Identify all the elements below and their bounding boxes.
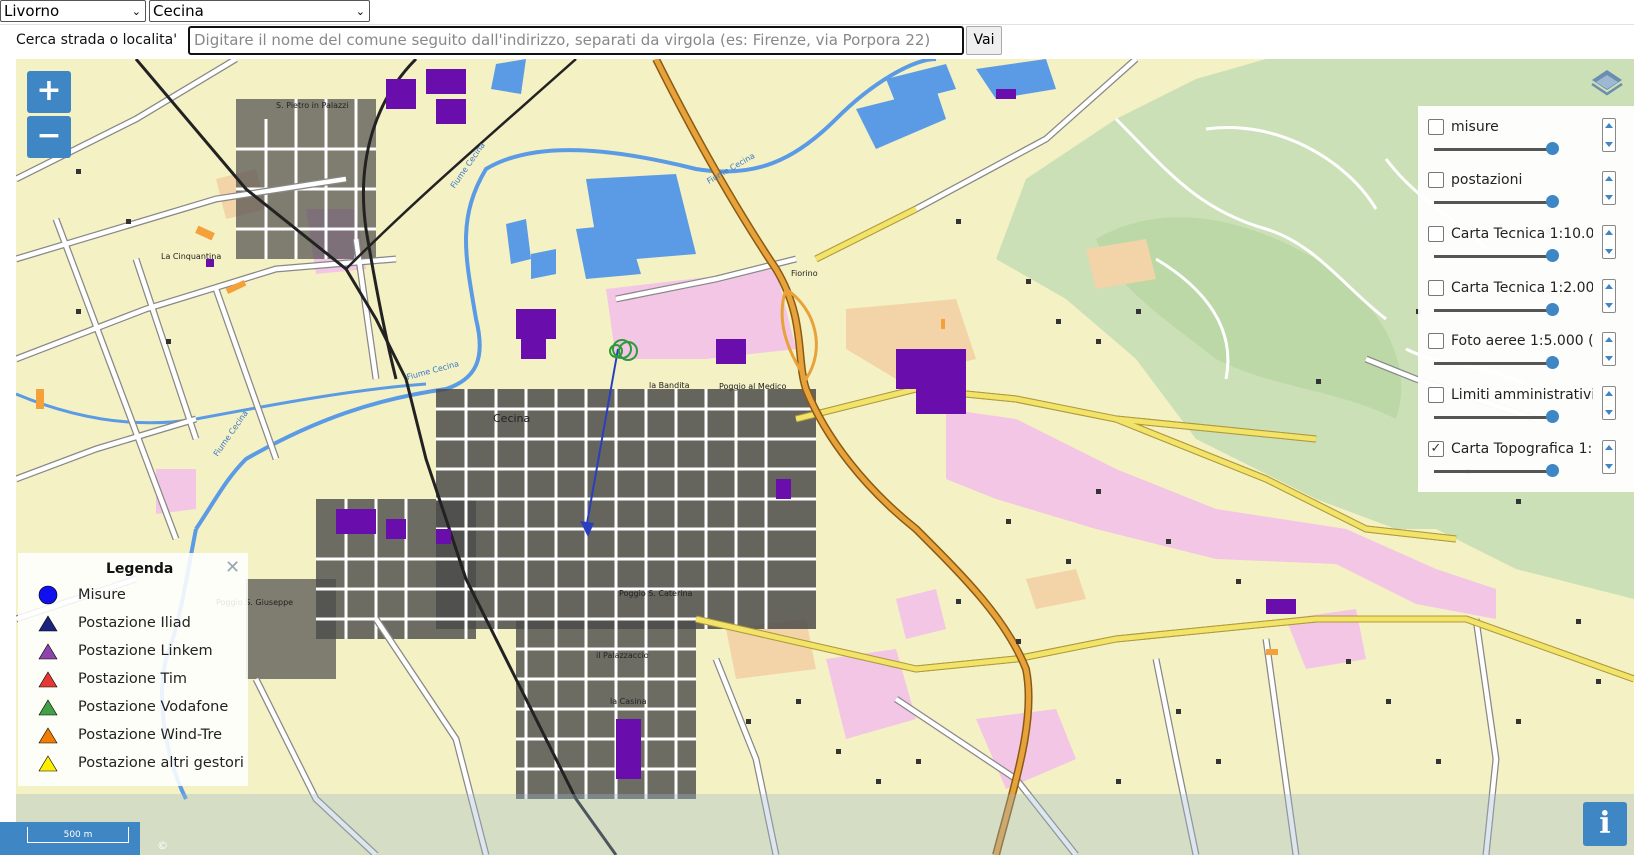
layer-name: misure [1451, 119, 1499, 135]
layer-checkbox[interactable] [1428, 333, 1444, 349]
legend-item-label: Postazione Wind-Tre [78, 727, 223, 743]
triangle-icon [38, 755, 58, 772]
layer-checkbox[interactable] [1428, 226, 1444, 242]
layer-panel: misure postazioni Carta Tecnica 1:10.0..… [1418, 106, 1634, 492]
triangle-icon [38, 615, 58, 632]
info-button[interactable]: i [1583, 802, 1627, 846]
province-select[interactable]: Livorno ⌄ [0, 0, 146, 22]
legend-item-label: Postazione Vodafone [78, 699, 229, 715]
place-label-fiorino: Fiorino [791, 269, 818, 278]
place-label-bandita: la Bandita [649, 381, 690, 390]
chevron-down-icon: ⌄ [355, 5, 365, 18]
legend-item: Postazione altri gestori [18, 752, 248, 776]
layer-row: Foto aeree 1:5.000 (... [1418, 320, 1634, 372]
layer-name: postazioni [1451, 172, 1523, 188]
legend-panel: Legenda ✕ Misure Postazione Iliad Postaz… [18, 553, 248, 786]
address-search-input[interactable]: Digitare il nome del comune seguito dall… [188, 26, 964, 55]
place-label-san-pietro: S. Pietro in Palazzi [276, 101, 349, 110]
opacity-slider-knob[interactable] [1546, 249, 1559, 262]
opacity-slider[interactable] [1434, 362, 1552, 365]
layers-icon[interactable] [1588, 64, 1626, 102]
layer-name: Foto aeree 1:5.000 (... [1451, 333, 1593, 349]
layer-row: Carta Tecnica 1:10.0... [1418, 213, 1634, 265]
legend-item: Misure [18, 584, 248, 608]
legend-item-label: Postazione Tim [78, 671, 188, 687]
layer-order-arrows[interactable] [1602, 225, 1616, 259]
province-select-value: Livorno [4, 2, 60, 20]
layer-order-arrows[interactable] [1602, 171, 1616, 205]
triangle-icon [38, 699, 58, 716]
opacity-slider-knob[interactable] [1546, 142, 1559, 155]
search-go-button[interactable]: Vai [966, 26, 1002, 55]
layer-checkbox[interactable] [1428, 172, 1444, 188]
opacity-slider[interactable] [1434, 416, 1552, 419]
layer-order-arrows[interactable] [1602, 440, 1616, 474]
opacity-slider-knob[interactable] [1546, 303, 1559, 316]
map-tiles [16, 59, 1634, 855]
triangle-icon [38, 671, 58, 688]
legend-item-label: Postazione Iliad [78, 615, 191, 631]
place-label-casina: la Casina [610, 697, 647, 706]
scale-label: 500 m [27, 827, 129, 843]
legend-title: Legenda [106, 561, 174, 577]
layer-order-arrows[interactable] [1602, 386, 1616, 420]
map-attribution: © [157, 839, 168, 852]
opacity-slider-knob[interactable] [1546, 356, 1559, 369]
layer-row: postazioni [1418, 159, 1634, 211]
scale-bar: 500 m [0, 822, 140, 855]
legend-item-label: Postazione altri gestori [78, 755, 244, 771]
legend-item: Postazione Iliad [18, 612, 248, 636]
place-label-cinquantina: La Cinquantina [161, 252, 222, 261]
layer-checkbox[interactable] [1428, 119, 1444, 135]
layer-name: Limiti amministrativi [1451, 387, 1593, 403]
search-bar: Cerca strada o localita' Digitare il nom… [0, 24, 1634, 57]
municipality-select-value: Cecina [153, 2, 204, 20]
layer-row: Carta Tecnica 1:2.000 [1418, 267, 1634, 319]
layer-checkbox[interactable] [1428, 387, 1444, 403]
zoom-in-button[interactable]: + [27, 71, 71, 113]
opacity-slider-knob[interactable] [1546, 410, 1559, 423]
opacity-slider-knob[interactable] [1546, 464, 1559, 477]
legend-item: Postazione Tim [18, 668, 248, 692]
layer-order-arrows[interactable] [1602, 279, 1616, 313]
opacity-slider[interactable] [1434, 148, 1552, 151]
map-canvas[interactable]: S. Pietro in Palazzi La Cinquantina Ceci… [16, 59, 1634, 855]
opacity-slider[interactable] [1434, 309, 1552, 312]
top-bar: Livorno ⌄ Cecina ⌄ [0, 0, 1634, 22]
legend-item: Postazione Wind-Tre [18, 724, 248, 748]
triangle-icon [38, 727, 58, 744]
search-label: Cerca strada o localita' [16, 32, 178, 48]
layer-checkbox-checked[interactable]: ✓ [1428, 441, 1444, 457]
layer-name: Carta Tecnica 1:2.000 [1451, 280, 1593, 296]
place-label-cecina: Cecina [493, 412, 531, 425]
layer-row: misure [1418, 106, 1634, 158]
place-label-palazzaccio: il Palazzaccio [596, 651, 649, 660]
chevron-down-icon: ⌄ [131, 5, 141, 18]
layer-checkbox[interactable] [1428, 280, 1444, 296]
zoom-out-button[interactable]: − [27, 116, 71, 158]
close-icon[interactable]: ✕ [225, 557, 240, 578]
place-label-poggio-medico: Poggio al Medico [719, 382, 787, 391]
layer-order-arrows[interactable] [1602, 118, 1616, 152]
place-label-santa-caterina: Poggio S. Caterina [619, 589, 693, 598]
layer-row: Limiti amministrativi [1418, 374, 1634, 426]
legend-item: Postazione Linkem [18, 640, 248, 664]
layer-name: Carta Tecnica 1:10.0... [1451, 226, 1593, 242]
opacity-slider[interactable] [1434, 201, 1552, 204]
circle-icon [38, 585, 58, 605]
legend-item-label: Misure [78, 587, 126, 603]
layer-name: Carta Topografica 1:... [1451, 441, 1593, 457]
legend-item: Postazione Vodafone [18, 696, 248, 720]
layer-row: ✓ Carta Topografica 1:... [1418, 428, 1634, 480]
triangle-icon [38, 643, 58, 660]
layer-order-arrows[interactable] [1602, 332, 1616, 366]
opacity-slider[interactable] [1434, 255, 1552, 258]
municipality-select[interactable]: Cecina ⌄ [149, 0, 370, 22]
legend-item-label: Postazione Linkem [78, 643, 213, 659]
opacity-slider-knob[interactable] [1546, 195, 1559, 208]
opacity-slider[interactable] [1434, 470, 1552, 473]
